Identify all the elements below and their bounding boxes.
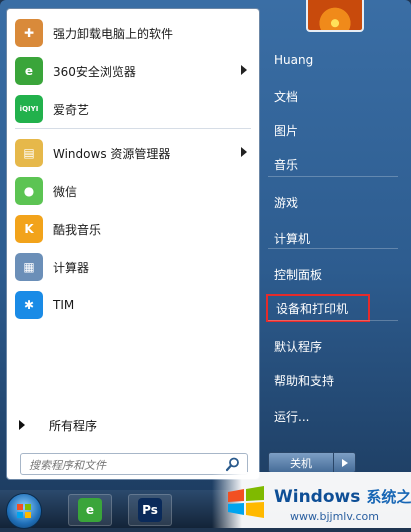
calculator-icon: ▦ xyxy=(15,253,43,281)
tim-icon: ✱ xyxy=(15,291,43,319)
program-item[interactable]: ✱ TIM xyxy=(7,287,257,323)
folder-icon: ▤ xyxy=(15,139,43,167)
music-link[interactable]: 音乐 xyxy=(266,150,402,178)
submenu-arrow-icon[interactable] xyxy=(241,147,247,157)
start-orb-button[interactable] xyxy=(6,493,42,529)
program-label: TIM xyxy=(53,298,75,312)
program-item[interactable]: K 酷我音乐 xyxy=(7,211,257,247)
search-input[interactable] xyxy=(21,455,219,476)
program-label: 爱奇艺 xyxy=(53,102,90,117)
watermark-brand: Windows xyxy=(274,487,361,507)
devices-printers-link[interactable]: 设备和打印机 xyxy=(266,294,370,322)
kuwo-music-icon: K xyxy=(15,215,43,243)
program-label: 360安全浏览器 xyxy=(53,64,136,79)
pictures-link[interactable]: 图片 xyxy=(266,116,402,144)
taskbar-button[interactable]: Ps xyxy=(128,494,172,526)
control-panel-link[interactable]: 控制面板 xyxy=(266,260,402,288)
submenu-arrow-icon[interactable] xyxy=(241,65,247,75)
program-label: 微信 xyxy=(53,184,78,199)
pinned-separator xyxy=(15,128,251,129)
search-icon[interactable] xyxy=(225,456,241,472)
watermark-title: Windows 系统之家 xyxy=(274,486,411,507)
programs-panel: ✚ 强力卸载电脑上的软件 e 360安全浏览器 iQIYI 爱奇艺 ▤ Windows 资源… xyxy=(6,8,260,480)
watermark-subtitle: 系统之家 xyxy=(366,488,411,506)
all-programs-button[interactable]: 所有程序 xyxy=(7,412,257,438)
program-label: 计算器 xyxy=(53,260,90,275)
user-folder-link[interactable]: Huang xyxy=(266,46,402,74)
browser-360-icon: e xyxy=(78,498,102,522)
program-label: Windows 资源管理器 xyxy=(53,146,171,161)
iqiyi-icon: iQIYI xyxy=(15,95,43,123)
run-link[interactable]: 运行... xyxy=(266,402,402,430)
program-item[interactable]: ▦ 计算器 xyxy=(7,249,257,285)
games-link[interactable]: 游戏 xyxy=(266,188,402,216)
right-panel-separator xyxy=(268,320,398,321)
program-label: 酷我音乐 xyxy=(53,222,102,237)
program-item[interactable]: iQIYI 爱奇艺 xyxy=(7,91,257,127)
browser-360-icon: e xyxy=(15,57,43,85)
triangle-right-icon xyxy=(19,420,25,430)
program-label: 强力卸载电脑上的软件 xyxy=(53,26,174,41)
program-item[interactable]: ▤ Windows 资源管理器 xyxy=(7,135,257,171)
program-item[interactable]: ● 微信 xyxy=(7,173,257,209)
shutdown-label: 关机 xyxy=(290,456,312,470)
windows-logo-icon xyxy=(17,504,31,518)
uninstall-box-icon: ✚ xyxy=(15,19,43,47)
program-item[interactable]: e 360安全浏览器 xyxy=(7,53,257,89)
right-panel-separator xyxy=(268,176,398,177)
wechat-icon: ● xyxy=(15,177,43,205)
shutdown-button[interactable]: 关机 xyxy=(268,452,334,473)
shutdown-options-button[interactable] xyxy=(334,452,356,473)
all-programs-label: 所有程序 xyxy=(49,418,98,433)
user-avatar[interactable] xyxy=(306,0,364,32)
right-panel-separator xyxy=(268,248,398,249)
windows-flag-icon xyxy=(228,486,264,518)
chevron-right-icon xyxy=(341,458,348,467)
watermark-url: www.bjjmlv.com xyxy=(290,510,379,523)
documents-link[interactable]: 文档 xyxy=(266,82,402,110)
help-support-link[interactable]: 帮助和支持 xyxy=(266,366,402,394)
start-menu: ✚ 强力卸载电脑上的软件 e 360安全浏览器 iQIYI 爱奇艺 ▤ Windows 资源… xyxy=(0,0,411,490)
photoshop-icon: Ps xyxy=(138,498,162,522)
default-programs-link[interactable]: 默认程序 xyxy=(266,332,402,360)
program-item[interactable]: ✚ 强力卸载电脑上的软件 xyxy=(7,15,257,51)
taskbar-button[interactable]: e xyxy=(68,494,112,526)
